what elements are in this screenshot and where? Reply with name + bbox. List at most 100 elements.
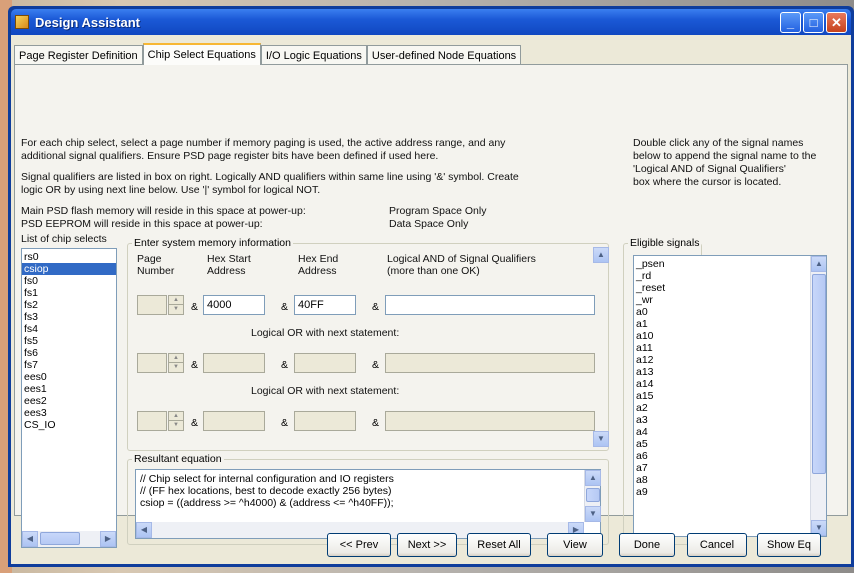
done-button[interactable]: Done <box>619 533 675 557</box>
chip-select-item[interactable]: ees0 <box>22 371 116 383</box>
hex-end-2[interactable] <box>294 353 356 373</box>
window-title: Design Assistant <box>35 14 140 30</box>
flash-value: Program Space Only <box>389 205 487 217</box>
chip-select-item[interactable]: fs1 <box>22 287 116 299</box>
signals-vscrollbar[interactable]: ▲ ▼ <box>810 256 826 536</box>
page-spinner-2[interactable]: ▲ ▼ <box>168 353 184 373</box>
equation-line-1: // Chip select for internal configuratio… <box>140 473 394 485</box>
chip-select-item[interactable]: ees2 <box>22 395 116 407</box>
signal-item[interactable]: _rd <box>634 270 826 282</box>
scroll-left-icon[interactable]: ◀ <box>136 522 152 538</box>
tab-page-chip-select: For each chip select, select a page numb… <box>14 64 848 548</box>
tab-io-logic[interactable]: I/O Logic Equations <box>260 45 367 65</box>
signal-item[interactable]: _psen <box>634 258 826 270</box>
qualifiers-1[interactable] <box>385 295 595 315</box>
flash-note: Main PSD flash memory will reside in thi… <box>21 205 306 217</box>
chip-select-item[interactable]: fs6 <box>22 347 116 359</box>
chip-select-item[interactable]: fs4 <box>22 323 116 335</box>
chip-select-item[interactable]: fs3 <box>22 311 116 323</box>
equation-vscrollbar[interactable]: ▲ ▼ <box>584 470 601 522</box>
page-spinner-1[interactable]: ▲ ▼ <box>168 295 184 315</box>
signal-item[interactable]: a12 <box>634 354 826 366</box>
page-number-2[interactable] <box>137 353 167 373</box>
signal-item[interactable]: a0 <box>634 306 826 318</box>
hex-start-3[interactable] <box>203 411 265 431</box>
amp-3a: & <box>191 417 199 429</box>
signal-item[interactable]: _reset <box>634 282 826 294</box>
col-start-header-2: Address <box>207 265 246 277</box>
dialog-client: Page Register Definition Chip Select Equ… <box>11 35 851 564</box>
help-line-4: box where the cursor is located. <box>633 176 782 188</box>
scroll-up-icon[interactable]: ▲ <box>585 470 601 486</box>
page-number-3[interactable] <box>137 411 167 431</box>
page-spinner-3[interactable]: ▲ ▼ <box>168 411 184 431</box>
app-icon <box>15 15 29 29</box>
signal-item[interactable]: a8 <box>634 474 826 486</box>
memory-info-legend: Enter system memory information <box>134 237 291 249</box>
eligible-signals-list[interactable]: _psen _rd _reset _wr a0 a1 a10 a11 a12 a13 a14 a15 a… <box>633 255 827 537</box>
prev-button[interactable]: << Prev <box>327 533 391 557</box>
chip-select-item[interactable]: fs7 <box>22 359 116 371</box>
col-and-header-2: (more than one OK) <box>387 265 480 277</box>
hex-end-3[interactable] <box>294 411 356 431</box>
signal-item[interactable]: a2 <box>634 402 826 414</box>
chip-list-hscrollbar[interactable]: ◀ ▶ <box>22 531 116 547</box>
view-button[interactable]: View <box>547 533 603 557</box>
minimize-button[interactable]: _ <box>780 11 801 33</box>
memory-scroll-down[interactable]: ▼ <box>593 431 609 447</box>
close-button[interactable]: ✕ <box>826 11 847 33</box>
signal-item[interactable]: a15 <box>634 390 826 402</box>
page-number-1[interactable] <box>137 295 167 315</box>
title-bar[interactable]: Design Assistant _ □ ✕ <box>11 9 851 35</box>
signal-item[interactable]: a13 <box>634 366 826 378</box>
hscroll-thumb[interactable] <box>40 532 80 545</box>
equation-line-3: csiop = ((address >= ^h4000) & (address … <box>140 497 394 509</box>
hex-end-1[interactable]: 40FF <box>294 295 356 315</box>
qualifiers-2[interactable] <box>385 353 595 373</box>
scroll-left-icon[interactable]: ◀ <box>22 531 38 547</box>
scroll-down-icon[interactable]: ▼ <box>585 506 601 522</box>
chip-select-item[interactable]: fs2 <box>22 299 116 311</box>
reset-all-button[interactable]: Reset All <box>467 533 531 557</box>
instruction-line-1: For each chip select, select a page numb… <box>21 137 506 149</box>
signal-item[interactable]: a7 <box>634 462 826 474</box>
chip-select-item[interactable]: rs0 <box>22 251 116 263</box>
signal-item[interactable]: a1 <box>634 318 826 330</box>
chip-select-list[interactable]: rs0 csiop fs0 fs1 fs2 fs3 fs4 fs5 fs6 fs7 ees0 ees1… <box>21 248 117 548</box>
chip-select-item[interactable]: CS_IO <box>22 419 116 431</box>
signal-item[interactable]: a3 <box>634 414 826 426</box>
resultant-legend: Resultant equation <box>134 453 222 465</box>
signal-item[interactable]: a4 <box>634 426 826 438</box>
signal-item[interactable]: a11 <box>634 342 826 354</box>
tab-user-node[interactable]: User-defined Node Equations <box>366 45 522 65</box>
signal-item[interactable]: a14 <box>634 378 826 390</box>
amp-2a: & <box>191 359 199 371</box>
help-line-2: below to append the signal name to the <box>633 150 817 162</box>
signal-item[interactable]: a6 <box>634 450 826 462</box>
tab-chip-select[interactable]: Chip Select Equations <box>142 43 261 65</box>
equation-vscroll-thumb[interactable] <box>586 488 600 502</box>
chip-select-item[interactable]: fs5 <box>22 335 116 347</box>
memory-scroll-up[interactable]: ▲ <box>593 247 609 263</box>
signal-item[interactable]: a9 <box>634 486 826 498</box>
scroll-up-icon[interactable]: ▲ <box>811 256 826 272</box>
signal-item[interactable]: a5 <box>634 438 826 450</box>
signal-item[interactable]: _wr <box>634 294 826 306</box>
qualifiers-3[interactable] <box>385 411 595 431</box>
signals-vscroll-thumb[interactable] <box>812 274 826 474</box>
chip-select-item[interactable]: fs0 <box>22 275 116 287</box>
hex-start-2[interactable] <box>203 353 265 373</box>
scroll-right-icon[interactable]: ▶ <box>100 531 116 547</box>
signal-item[interactable]: a10 <box>634 330 826 342</box>
chip-select-item[interactable]: csiop <box>22 263 116 275</box>
resultant-equation-box[interactable]: // Chip select for internal configuratio… <box>135 469 601 539</box>
chip-select-item[interactable]: ees1 <box>22 383 116 395</box>
tab-page-register[interactable]: Page Register Definition <box>14 45 143 65</box>
next-button[interactable]: Next >> <box>397 533 457 557</box>
hex-start-1[interactable]: 4000 <box>203 295 265 315</box>
amp-2c: & <box>372 359 380 371</box>
maximize-button[interactable]: □ <box>803 11 824 33</box>
cancel-button[interactable]: Cancel <box>687 533 747 557</box>
chip-select-item[interactable]: ees3 <box>22 407 116 419</box>
show-eq-button[interactable]: Show Eq <box>757 533 821 557</box>
